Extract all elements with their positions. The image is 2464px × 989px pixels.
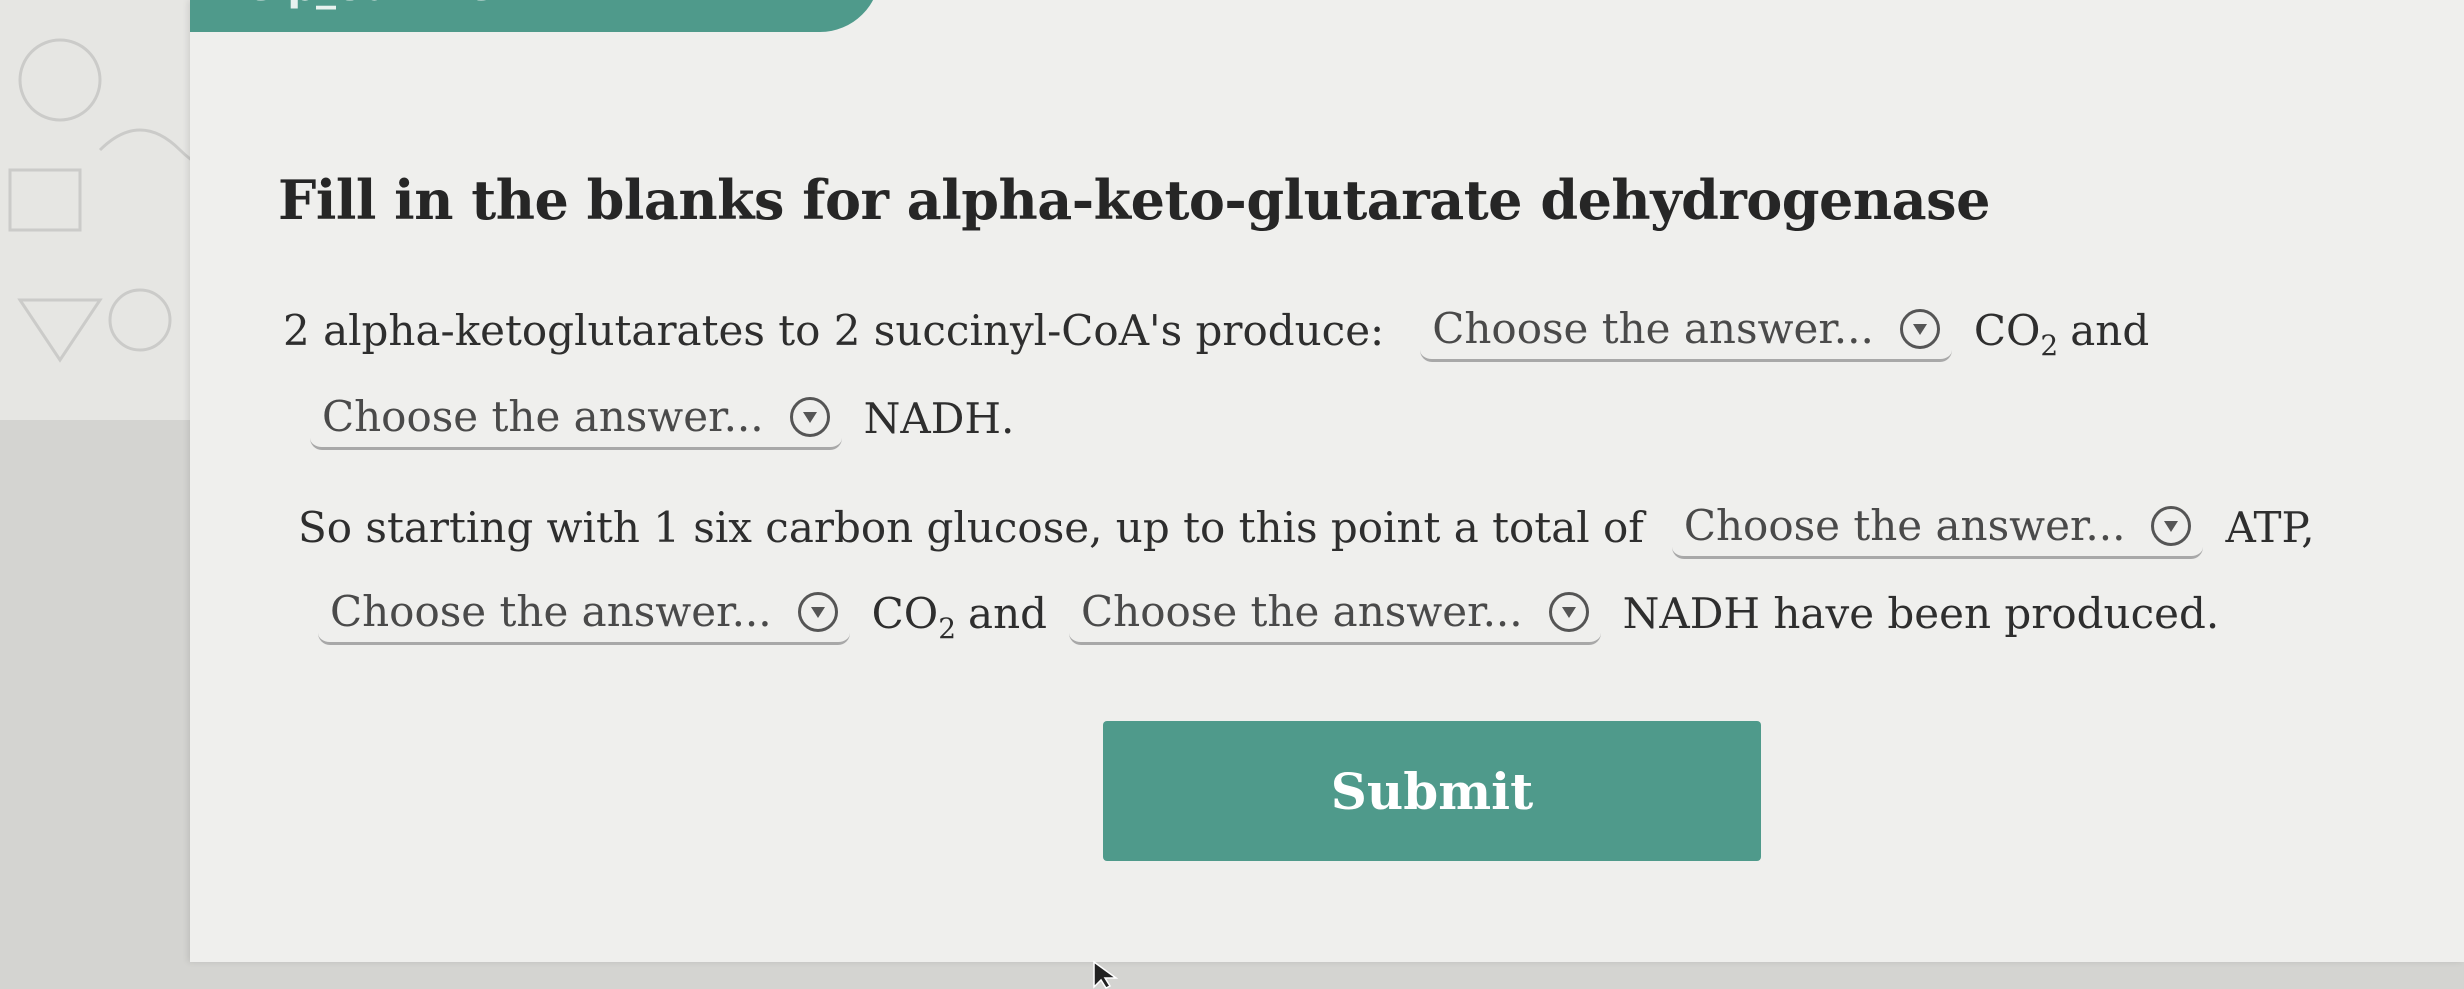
q2-nadh-dropdown[interactable]: Choose the answer... — [1069, 581, 1601, 645]
atp-text: ATP, — [2225, 502, 2315, 552]
nadh-produced-text: NADH have been produced. — [1622, 588, 2220, 638]
nadh-text: NADH. — [863, 393, 1015, 443]
question2-line2: Choose the answer... CO2 and Choose the … — [304, 581, 2219, 645]
question-heading: Fill in the blanks for alpha-keto-glutar… — [278, 168, 1990, 232]
chevron-down-icon — [797, 591, 838, 632]
q1-co2-dropdown[interactable]: Choose the answer... — [1420, 298, 1952, 362]
co2-label: CO2 — [1973, 305, 2059, 362]
question1-line2: Choose the answer... NADH. — [296, 386, 1014, 450]
top-tab-label: help_outline — [218, 0, 494, 10]
chevron-down-icon — [2151, 505, 2192, 546]
q2-co2-dropdown[interactable]: Choose the answer... — [318, 581, 850, 645]
question1-line1: 2 alpha-ketoglutarates to 2 succinyl-CoA… — [283, 298, 2149, 362]
question1-text: 2 alpha-ketoglutarates to 2 succinyl-CoA… — [283, 305, 1385, 355]
chevron-down-icon — [1899, 308, 1940, 349]
chevron-down-icon — [1548, 591, 1589, 632]
q1-nadh-dropdown[interactable]: Choose the answer... — [310, 386, 842, 450]
dropdown-placeholder: Choose the answer... — [1683, 501, 2126, 550]
co2-label: CO2 — [871, 588, 957, 645]
dropdown-placeholder: Choose the answer... — [322, 392, 764, 441]
and-text: and — [2070, 305, 2150, 355]
top-tab[interactable]: help_outline — [190, 0, 880, 32]
submit-button[interactable]: Submit — [1103, 721, 1761, 861]
question2-line1: So starting with 1 six carbon glucose, u… — [298, 495, 2315, 559]
background-doodles — [8, 38, 200, 363]
dropdown-placeholder: Choose the answer... — [1432, 304, 1874, 353]
dropdown-placeholder: Choose the answer... — [1081, 587, 1523, 636]
and-text: and — [968, 588, 1048, 638]
chevron-down-icon — [789, 396, 830, 437]
mouse-pointer-icon — [1093, 960, 1119, 989]
q2-atp-dropdown[interactable]: Choose the answer... — [1671, 495, 2204, 559]
dropdown-placeholder: Choose the answer... — [330, 587, 772, 636]
question2-text: So starting with 1 six carbon glucose, u… — [298, 502, 1644, 552]
